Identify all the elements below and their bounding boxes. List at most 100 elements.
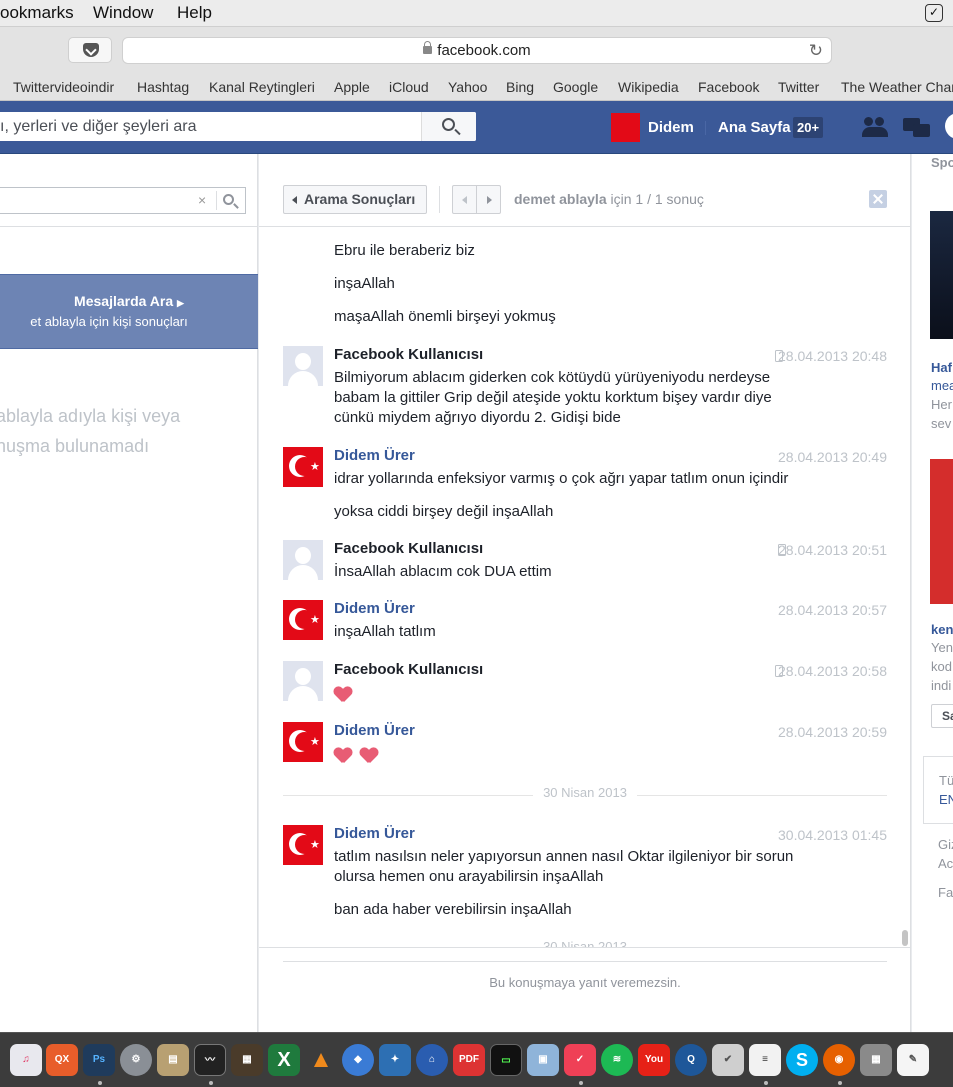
menu-window[interactable]: Window <box>93 3 153 23</box>
bookmark-twitter[interactable]: Twitter <box>778 79 819 95</box>
search-icon[interactable] <box>223 194 234 205</box>
tweet-icon[interactable]: ✔ <box>712 1044 744 1076</box>
system-preferences-icon[interactable]: ⚙ <box>120 1044 152 1076</box>
star-icon: ★ <box>310 614 320 626</box>
back-to-results-button[interactable]: Arama Sonuçları <box>283 185 427 214</box>
bookmark-twittervideoindir[interactable]: Twittervideoindir <box>13 79 114 95</box>
home-icon[interactable]: ⌂ <box>416 1044 448 1076</box>
film-icon[interactable]: ▦ <box>231 1044 263 1076</box>
youtube-icon[interactable]: You <box>638 1044 670 1076</box>
avatar[interactable]: ★ <box>283 722 323 762</box>
photoshop-icon[interactable]: Ps <box>83 1044 115 1076</box>
date-separator: 30 Nisan 2013 <box>283 785 887 805</box>
ad-title[interactable]: Haf <box>931 360 952 375</box>
result-query: demet ablayla <box>514 191 607 207</box>
sender-name[interactable]: Didem Ürer <box>334 722 415 739</box>
console-icon[interactable]: ▭ <box>490 1044 522 1076</box>
avatar[interactable]: ★ <box>283 825 323 865</box>
running-indicator <box>764 1081 768 1085</box>
message-emoji <box>334 687 814 709</box>
bookmark-weather[interactable]: The Weather Char <box>841 79 953 95</box>
footer-link[interactable]: Ac <box>938 856 953 871</box>
preview-icon[interactable]: ▣ <box>527 1044 559 1076</box>
checkmark-icon[interactable]: ✓ <box>925 4 943 22</box>
footer-link[interactable]: Fa <box>938 885 953 900</box>
ad-image[interactable] <box>930 459 953 604</box>
address-bar[interactable]: facebook.com ↻ <box>122 37 832 64</box>
skype-icon[interactable]: S <box>786 1044 818 1076</box>
ad-title[interactable]: ken <box>931 622 953 637</box>
facebook-header: ı, yerleri ve diğer şeyleri ara Didem An… <box>0 101 953 154</box>
excel-icon[interactable]: X <box>268 1044 300 1076</box>
ad-text: Her <box>931 397 952 412</box>
bookmark-hashtag[interactable]: Hashtag <box>137 79 189 95</box>
ad-text: indi <box>931 678 952 693</box>
sender-name[interactable]: Didem Ürer <box>334 600 415 617</box>
menu-bookmarks[interactable]: ookmarks <box>0 3 74 23</box>
ad-image[interactable] <box>930 199 953 339</box>
next-result-button[interactable] <box>476 185 501 214</box>
sender-name[interactable]: Didem Ürer <box>334 447 415 464</box>
bookmark-facebook[interactable]: Facebook <box>698 79 759 95</box>
pdf-icon[interactable]: PDF <box>453 1044 485 1076</box>
home-link[interactable]: Ana Sayfa <box>718 119 791 136</box>
reload-icon[interactable]: ↻ <box>809 38 823 63</box>
sidebar-divider <box>0 226 258 227</box>
qx-icon[interactable]: QX <box>46 1044 78 1076</box>
message-emoji <box>334 748 814 770</box>
maps-icon[interactable]: ◆ <box>342 1044 374 1076</box>
close-icon[interactable] <box>869 190 887 208</box>
avatar[interactable] <box>283 661 323 701</box>
spotify-icon[interactable]: ≋ <box>601 1044 633 1076</box>
lock-icon <box>423 41 433 54</box>
fb-search-input[interactable]: ı, yerleri ve diğer şeyleri ara <box>0 112 476 141</box>
pocket-app-icon[interactable]: ✓ <box>564 1044 596 1076</box>
quicktime-icon[interactable]: Q <box>675 1044 707 1076</box>
avatar[interactable] <box>283 540 323 580</box>
sender-name[interactable]: Didem Ürer <box>334 825 415 842</box>
ad-domain[interactable]: mea <box>931 378 953 393</box>
footer-link[interactable]: Giz <box>938 837 953 852</box>
language-option[interactable]: EN <box>939 792 953 807</box>
calculator-icon[interactable]: ▦ <box>860 1044 892 1076</box>
activity-monitor-icon[interactable]: 〰 <box>194 1044 226 1076</box>
pocket-button[interactable] <box>68 37 112 63</box>
clear-search-icon[interactable]: × <box>198 192 206 208</box>
friend-requests-icon[interactable] <box>862 115 890 139</box>
running-indicator <box>98 1081 102 1085</box>
result-info: demet ablayla için 1 / 1 sonuç <box>514 191 704 207</box>
avatar[interactable]: ★ <box>283 600 323 640</box>
xcode-icon[interactable]: ✦ <box>379 1044 411 1076</box>
previous-result-button[interactable] <box>452 185 477 214</box>
date-separator-label: 30 Nisan 2013 <box>533 785 637 800</box>
bookmark-bing[interactable]: Bing <box>506 79 534 95</box>
message-time: 28.04.2013 20:51 <box>778 542 887 558</box>
bookmark-kanal-reytingleri[interactable]: Kanal Reytingleri <box>209 79 315 95</box>
message-text: idrar yollarında enfeksiyor varmış o çok… <box>334 470 789 487</box>
notes-icon[interactable]: ≡ <box>749 1044 781 1076</box>
itunes-icon[interactable]: ♫ <box>10 1044 42 1076</box>
avatar[interactable] <box>283 346 323 386</box>
textedit-icon[interactable]: ✎ <box>897 1044 929 1076</box>
search-messages-item[interactable]: Mesajlarda Ara ▶ et ablayla için kişi so… <box>0 274 258 349</box>
firefox-icon[interactable]: ◉ <box>823 1044 855 1076</box>
message-search-input[interactable]: × <box>0 187 246 214</box>
date-separator: 30 Nisan 2013 <box>283 939 887 947</box>
messages-icon[interactable] <box>903 115 931 139</box>
message-text: tatlım nasılsın neler yapıyorsun annen n… <box>334 848 794 885</box>
bookmark-google[interactable]: Google <box>553 79 598 95</box>
vlc-icon[interactable]: ▲ <box>305 1044 337 1076</box>
bookmark-apple[interactable]: Apple <box>334 79 370 95</box>
avatar[interactable]: ★ <box>283 447 323 487</box>
result-pager <box>452 185 502 214</box>
menu-help[interactable]: Help <box>177 3 212 23</box>
fb-search-button[interactable] <box>421 112 476 141</box>
ad-button[interactable]: Sa <box>931 704 953 728</box>
message-text: İnsaAllah ablacım cok DUA ettim <box>334 563 552 580</box>
bookmark-yahoo[interactable]: Yahoo <box>448 79 487 95</box>
bookmark-wikipedia[interactable]: Wikipedia <box>618 79 679 95</box>
no-results-message: ablayla adıyla kişi veya nuşma bulunamad… <box>0 401 180 461</box>
bookmark-icloud[interactable]: iCloud <box>389 79 429 95</box>
scrollbar-thumb[interactable] <box>902 930 908 946</box>
utility-icon[interactable]: ▤ <box>157 1044 189 1076</box>
